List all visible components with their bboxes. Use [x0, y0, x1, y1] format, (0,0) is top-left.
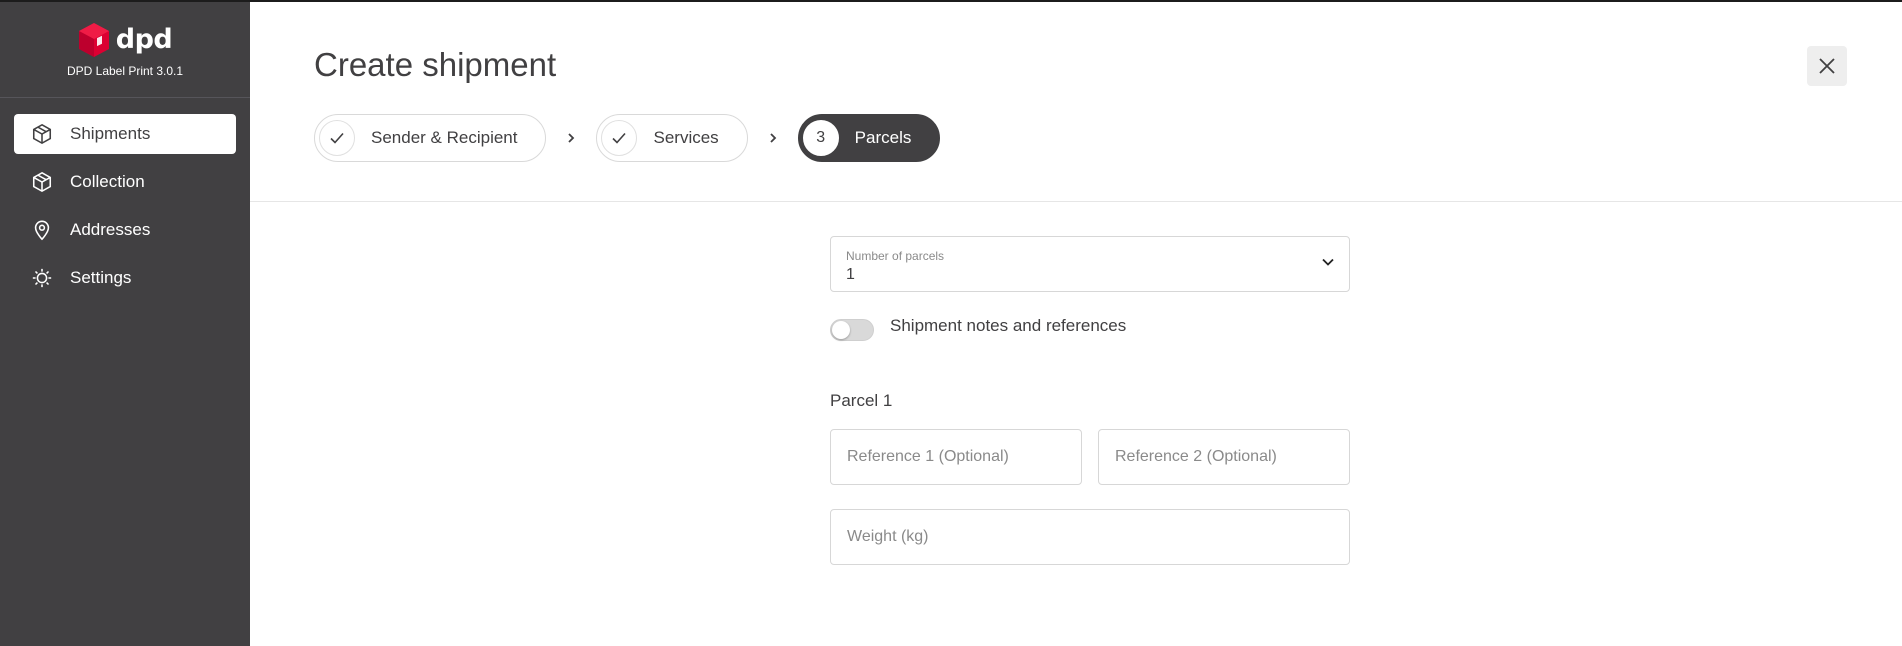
reference-1-input[interactable] [830, 429, 1082, 485]
dpd-logo: dpd [78, 22, 173, 58]
main-content: Create shipment Sender & Recipient Servi… [250, 2, 1902, 646]
map-pin-icon [30, 218, 54, 242]
reference-row [830, 429, 1350, 485]
dpd-cube-icon [78, 22, 109, 57]
chevron-down-icon [1322, 258, 1334, 266]
version-label: DPD Label Print 3.0.1 [66, 63, 184, 78]
sidebar-item-label: Addresses [70, 220, 151, 239]
step-separator [546, 132, 596, 144]
sidebar-nav: Shipments Collection Addresses Settings [0, 98, 250, 298]
shipment-notes-toggle[interactable] [830, 319, 874, 341]
chevron-right-icon [568, 133, 575, 143]
step-check-badge [319, 120, 355, 156]
toggle-label: Shipment notes and references [890, 316, 1127, 335]
number-of-parcels-select[interactable]: Number of parcels 1 [830, 236, 1350, 292]
check-icon [330, 132, 344, 144]
step-services[interactable]: Services [596, 114, 748, 162]
step-separator [748, 132, 798, 144]
select-label: Number of parcels [846, 249, 945, 263]
select-value: 1 [846, 266, 855, 283]
box-icon [30, 170, 54, 194]
sidebar-item-label: Settings [70, 268, 132, 287]
weight-row [830, 509, 1350, 565]
reference-2-input[interactable] [1098, 429, 1350, 485]
step-label: Sender & Recipient [371, 128, 518, 147]
sidebar-item-label: Collection [70, 172, 145, 191]
sidebar-item-label: Shipments [70, 124, 151, 143]
brand-area: dpd DPD Label Print 3.0.1 [0, 2, 250, 98]
parcels-form: Number of parcels 1 Shipment notes and r… [830, 236, 1350, 565]
close-icon [1819, 58, 1835, 74]
step-sender-recipient[interactable]: Sender & Recipient [314, 114, 547, 162]
stepper: Sender & Recipient Services 3 Parcels [314, 114, 941, 162]
gear-icon [30, 266, 54, 290]
step-number-badge: 3 [802, 120, 839, 156]
chevron-right-icon [770, 133, 776, 143]
sidebar-item-addresses[interactable]: Addresses [14, 210, 236, 250]
box-icon [30, 122, 54, 146]
notes-toggle-row: Shipment notes and references [830, 316, 1350, 341]
sidebar: dpd DPD Label Print 3.0.1 Shipments Coll… [0, 2, 250, 646]
page-title: Create shipment [314, 46, 557, 83]
parcel-section-title: Parcel 1 [830, 391, 893, 410]
check-icon [612, 132, 627, 144]
sidebar-item-shipments[interactable]: Shipments [14, 114, 236, 154]
page-header: Create shipment Sender & Recipient Servi… [250, 2, 1902, 202]
close-button[interactable] [1807, 46, 1847, 86]
step-check-badge [601, 120, 638, 156]
toggle-knob [832, 321, 850, 339]
sidebar-item-collection[interactable]: Collection [14, 162, 236, 202]
brand-name: dpd [115, 24, 173, 55]
step-label: Parcels [854, 128, 912, 147]
step-label: Services [653, 128, 719, 147]
step-parcels[interactable]: 3 Parcels [797, 114, 941, 162]
sidebar-item-settings[interactable]: Settings [14, 258, 236, 298]
weight-input[interactable] [830, 509, 1350, 565]
